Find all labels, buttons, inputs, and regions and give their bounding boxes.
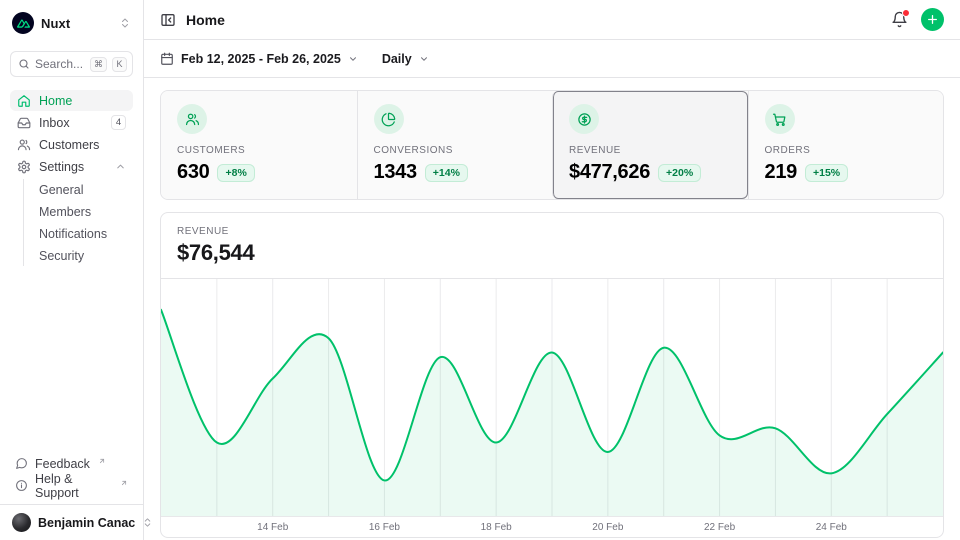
stat-label: CONVERSIONS	[374, 145, 453, 156]
revenue-chart-card: REVENUE $76,544 14 Feb 16 Feb 18 Feb 20 Feb…	[160, 212, 944, 538]
x-tick-label: 20 Feb	[592, 522, 623, 533]
kbd-meta: ⌘	[90, 57, 107, 72]
chart-metric-value: $76,544	[177, 240, 927, 266]
plus-icon	[926, 13, 939, 26]
stat-delta-badge: +15%	[805, 164, 848, 182]
user-name: Benjamin Canac	[38, 516, 135, 530]
stat-value: 1343	[374, 161, 417, 184]
x-tick-label: 24 Feb	[816, 522, 847, 533]
add-button[interactable]	[921, 8, 944, 31]
revenue-chart-xaxis: 14 Feb 16 Feb 18 Feb 20 Feb 22 Feb 24 Feb	[161, 516, 943, 537]
cart-icon	[765, 104, 795, 134]
customers-icon	[177, 104, 207, 134]
chevron-down-icon	[419, 54, 429, 64]
dashboard-app: Nuxt ⌘ K Home	[0, 0, 960, 540]
stats-grid: CUSTOMERS 630 +8% CONVERSIONS 1343 +14%	[160, 90, 944, 200]
home-icon	[17, 94, 31, 108]
x-tick-label: 22 Feb	[704, 522, 735, 533]
stat-card-conversions[interactable]: CONVERSIONS 1343 +14%	[357, 91, 553, 199]
calendar-icon	[160, 52, 174, 66]
workspace-switcher[interactable]: Nuxt	[10, 10, 133, 36]
sidebar-item-home[interactable]: Home	[10, 90, 133, 111]
inbox-count-badge: 4	[111, 115, 126, 130]
circle-dollar-icon	[569, 104, 599, 134]
period-label: Daily	[382, 52, 412, 66]
sidebar: Nuxt ⌘ K Home	[0, 0, 144, 540]
stat-card-revenue[interactable]: REVENUE $477,626 +20%	[552, 91, 748, 199]
stat-label: REVENUE	[569, 145, 621, 156]
help-support-link[interactable]: Help & Support	[10, 475, 133, 496]
notifications-button[interactable]	[891, 11, 908, 28]
search-input[interactable]	[35, 57, 85, 71]
sidebar-item-notifications[interactable]: Notifications	[33, 223, 133, 244]
search-icon	[18, 58, 30, 70]
revenue-area-chart	[161, 279, 943, 516]
revenue-chart-header: REVENUE $76,544	[161, 213, 943, 279]
notification-dot	[902, 9, 910, 17]
search-box[interactable]: ⌘ K	[10, 51, 133, 77]
stat-card-customers[interactable]: CUSTOMERS 630 +8%	[161, 91, 357, 199]
page-title: Home	[186, 12, 225, 28]
x-tick-label: 18 Feb	[481, 522, 512, 533]
stat-delta-badge: +20%	[658, 164, 701, 182]
sidebar-collapse-button[interactable]	[160, 12, 176, 28]
users-icon	[17, 138, 31, 152]
sidebar-nav: Home Inbox 4 Customers Settings	[10, 90, 133, 266]
chart-metric-label: REVENUE	[177, 226, 927, 237]
gear-icon	[17, 160, 31, 174]
nuxt-logo-icon	[12, 12, 34, 34]
chevron-down-icon	[348, 54, 358, 64]
content: CUSTOMERS 630 +8% CONVERSIONS 1343 +14%	[144, 78, 960, 540]
stat-delta-badge: +8%	[217, 164, 254, 182]
x-tick-label: 14 Feb	[257, 522, 288, 533]
feedback-label: Feedback	[35, 457, 90, 471]
stat-value: $477,626	[569, 161, 650, 184]
user-menu[interactable]: Benjamin Canac	[0, 504, 143, 540]
topbar: Home	[144, 0, 960, 40]
revenue-chart-plot[interactable]	[161, 279, 943, 516]
topbar-actions	[891, 8, 944, 31]
external-link-icon	[98, 457, 106, 465]
help-support-label: Help & Support	[35, 472, 112, 500]
nav-label-settings: Settings	[39, 160, 107, 174]
x-tick-label: 16 Feb	[369, 522, 400, 533]
main-panel: Home Feb 12, 2025 - Feb 26, 2025	[144, 0, 960, 540]
chart-pie-icon	[374, 104, 404, 134]
sidebar-item-customers[interactable]: Customers	[10, 134, 133, 155]
stat-delta-badge: +14%	[425, 164, 468, 182]
sidebar-item-security[interactable]: Security	[33, 245, 133, 266]
period-select[interactable]: Daily	[382, 52, 429, 66]
stat-label: CUSTOMERS	[177, 145, 245, 156]
nav-label-inbox: Inbox	[39, 116, 103, 130]
stat-card-orders[interactable]: ORDERS 219 +15%	[748, 91, 944, 199]
info-circle-icon	[15, 479, 28, 492]
workspace-name: Nuxt	[41, 16, 70, 31]
sidebar-item-members[interactable]: Members	[33, 201, 133, 222]
stat-value: 219	[765, 161, 797, 184]
date-range-picker[interactable]: Feb 12, 2025 - Feb 26, 2025	[160, 52, 358, 66]
kbd-k: K	[112, 57, 127, 72]
message-bubble-icon	[15, 457, 28, 470]
nav-label-home: Home	[39, 94, 126, 108]
stat-label: ORDERS	[765, 145, 811, 156]
user-avatar	[12, 513, 31, 532]
sidebar-item-inbox[interactable]: Inbox 4	[10, 112, 133, 133]
sidebar-item-settings[interactable]: Settings	[10, 156, 133, 177]
external-link-icon	[120, 479, 128, 487]
settings-subnav: General Members Notifications Security	[23, 179, 133, 266]
sidebar-footer: Feedback Help & Support	[10, 453, 133, 504]
date-range-label: Feb 12, 2025 - Feb 26, 2025	[181, 52, 341, 66]
select-chevrons-icon	[119, 17, 131, 29]
filter-toolbar: Feb 12, 2025 - Feb 26, 2025 Daily	[144, 40, 960, 78]
nav-label-customers: Customers	[39, 138, 126, 152]
sidebar-item-general[interactable]: General	[33, 179, 133, 200]
chevron-up-icon	[115, 161, 126, 172]
inbox-icon	[17, 116, 31, 130]
stat-value: 630	[177, 161, 209, 184]
